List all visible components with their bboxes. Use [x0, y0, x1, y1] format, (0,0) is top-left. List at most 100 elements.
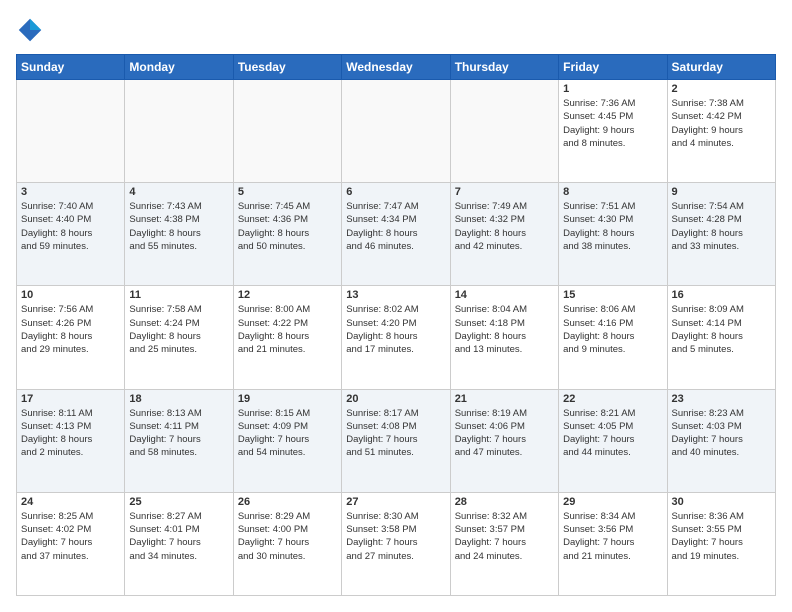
- day-info: Sunrise: 8:30 AMSunset: 3:58 PMDaylight:…: [346, 510, 445, 563]
- weekday-header-wednesday: Wednesday: [342, 55, 450, 80]
- day-number: 28: [455, 496, 554, 508]
- day-number: 29: [563, 496, 662, 508]
- day-cell: 5 Sunrise: 7:45 AMSunset: 4:36 PMDaylight…: [233, 183, 341, 286]
- day-cell: 28 Sunrise: 8:32 AMSunset: 3:57 PMDayligh…: [450, 492, 558, 595]
- day-info: Sunrise: 7:54 AMSunset: 4:28 PMDaylight:…: [672, 200, 771, 253]
- day-cell: 27 Sunrise: 8:30 AMSunset: 3:58 PMDayligh…: [342, 492, 450, 595]
- day-number: 8: [563, 186, 662, 198]
- day-number: 22: [563, 393, 662, 405]
- day-cell: [233, 80, 341, 183]
- day-info: Sunrise: 8:13 AMSunset: 4:11 PMDaylight:…: [129, 407, 228, 460]
- day-number: 11: [129, 289, 228, 301]
- day-number: 21: [455, 393, 554, 405]
- weekday-header-row: SundayMondayTuesdayWednesdayThursdayFrid…: [17, 55, 776, 80]
- day-info: Sunrise: 8:00 AMSunset: 4:22 PMDaylight:…: [238, 303, 337, 356]
- day-info: Sunrise: 8:36 AMSunset: 3:55 PMDaylight:…: [672, 510, 771, 563]
- day-cell: 25 Sunrise: 8:27 AMSunset: 4:01 PMDayligh…: [125, 492, 233, 595]
- header: [16, 16, 776, 44]
- day-number: 2: [672, 83, 771, 95]
- day-info: Sunrise: 8:25 AMSunset: 4:02 PMDaylight:…: [21, 510, 120, 563]
- day-number: 9: [672, 186, 771, 198]
- day-number: 3: [21, 186, 120, 198]
- day-cell: 2Sunrise: 7:38 AMSunset: 4:42 PMDaylight…: [667, 80, 775, 183]
- day-info: Sunrise: 8:04 AMSunset: 4:18 PMDaylight:…: [455, 303, 554, 356]
- day-info: Sunrise: 8:34 AMSunset: 3:56 PMDaylight:…: [563, 510, 662, 563]
- day-number: 19: [238, 393, 337, 405]
- day-cell: 17 Sunrise: 8:11 AMSunset: 4:13 PMDayligh…: [17, 389, 125, 492]
- day-cell: [342, 80, 450, 183]
- day-number: 18: [129, 393, 228, 405]
- day-number: 4: [129, 186, 228, 198]
- day-number: 26: [238, 496, 337, 508]
- day-cell: 9 Sunrise: 7:54 AMSunset: 4:28 PMDaylight…: [667, 183, 775, 286]
- day-number: 6: [346, 186, 445, 198]
- day-cell: [17, 80, 125, 183]
- day-info: Sunrise: 8:23 AMSunset: 4:03 PMDaylight:…: [672, 407, 771, 460]
- day-cell: 10 Sunrise: 7:56 AMSunset: 4:26 PMDayligh…: [17, 286, 125, 389]
- day-info: Sunrise: 7:51 AMSunset: 4:30 PMDaylight:…: [563, 200, 662, 253]
- logo-icon: [16, 16, 44, 44]
- day-cell: 4 Sunrise: 7:43 AMSunset: 4:38 PMDaylight…: [125, 183, 233, 286]
- day-number: 17: [21, 393, 120, 405]
- day-cell: 30 Sunrise: 8:36 AMSunset: 3:55 PMDayligh…: [667, 492, 775, 595]
- weekday-header-tuesday: Tuesday: [233, 55, 341, 80]
- day-info: Sunrise: 7:58 AMSunset: 4:24 PMDaylight:…: [129, 303, 228, 356]
- weekday-header-thursday: Thursday: [450, 55, 558, 80]
- day-info: Sunrise: 8:29 AMSunset: 4:00 PMDaylight:…: [238, 510, 337, 563]
- day-cell: 7 Sunrise: 7:49 AMSunset: 4:32 PMDaylight…: [450, 183, 558, 286]
- day-cell: 23Sunrise: 8:23 AMSunset: 4:03 PMDayligh…: [667, 389, 775, 492]
- day-info: Sunrise: 8:09 AMSunset: 4:14 PMDaylight:…: [672, 303, 771, 356]
- day-cell: 13 Sunrise: 8:02 AMSunset: 4:20 PMDayligh…: [342, 286, 450, 389]
- weekday-header-sunday: Sunday: [17, 55, 125, 80]
- day-info: Sunrise: 7:49 AMSunset: 4:32 PMDaylight:…: [455, 200, 554, 253]
- day-info: Sunrise: 8:27 AMSunset: 4:01 PMDaylight:…: [129, 510, 228, 563]
- week-row-3: 10 Sunrise: 7:56 AMSunset: 4:26 PMDayligh…: [17, 286, 776, 389]
- day-info: Sunrise: 8:06 AMSunset: 4:16 PMDaylight:…: [563, 303, 662, 356]
- day-info: Sunrise: 7:43 AMSunset: 4:38 PMDaylight:…: [129, 200, 228, 253]
- day-number: 24: [21, 496, 120, 508]
- day-cell: 24 Sunrise: 8:25 AMSunset: 4:02 PMDayligh…: [17, 492, 125, 595]
- day-cell: 21 Sunrise: 8:19 AMSunset: 4:06 PMDayligh…: [450, 389, 558, 492]
- day-cell: 1Sunrise: 7:36 AMSunset: 4:45 PMDaylight…: [559, 80, 667, 183]
- day-number: 20: [346, 393, 445, 405]
- day-number: 13: [346, 289, 445, 301]
- day-cell: 16 Sunrise: 8:09 AMSunset: 4:14 PMDayligh…: [667, 286, 775, 389]
- day-info: Sunrise: 8:17 AMSunset: 4:08 PMDaylight:…: [346, 407, 445, 460]
- week-row-5: 24 Sunrise: 8:25 AMSunset: 4:02 PMDayligh…: [17, 492, 776, 595]
- day-number: 30: [672, 496, 771, 508]
- day-info: Sunrise: 7:56 AMSunset: 4:26 PMDaylight:…: [21, 303, 120, 356]
- day-number: 5: [238, 186, 337, 198]
- week-row-2: 3Sunrise: 7:40 AMSunset: 4:40 PMDaylight…: [17, 183, 776, 286]
- day-cell: 19 Sunrise: 8:15 AMSunset: 4:09 PMDayligh…: [233, 389, 341, 492]
- day-info: Sunrise: 8:32 AMSunset: 3:57 PMDaylight:…: [455, 510, 554, 563]
- day-cell: 14 Sunrise: 8:04 AMSunset: 4:18 PMDayligh…: [450, 286, 558, 389]
- day-number: 25: [129, 496, 228, 508]
- day-cell: 29 Sunrise: 8:34 AMSunset: 3:56 PMDayligh…: [559, 492, 667, 595]
- day-number: 7: [455, 186, 554, 198]
- calendar-table: SundayMondayTuesdayWednesdayThursdayFrid…: [16, 54, 776, 596]
- day-info: Sunrise: 8:02 AMSunset: 4:20 PMDaylight:…: [346, 303, 445, 356]
- day-info: Sunrise: 8:11 AMSunset: 4:13 PMDaylight:…: [21, 407, 120, 460]
- day-number: 14: [455, 289, 554, 301]
- day-info: Sunrise: 8:15 AMSunset: 4:09 PMDaylight:…: [238, 407, 337, 460]
- day-number: 27: [346, 496, 445, 508]
- day-cell: 20 Sunrise: 8:17 AMSunset: 4:08 PMDayligh…: [342, 389, 450, 492]
- day-number: 1: [563, 83, 662, 95]
- day-cell: 18 Sunrise: 8:13 AMSunset: 4:11 PMDayligh…: [125, 389, 233, 492]
- day-info: Sunrise: 8:19 AMSunset: 4:06 PMDaylight:…: [455, 407, 554, 460]
- weekday-header-saturday: Saturday: [667, 55, 775, 80]
- day-cell: [450, 80, 558, 183]
- day-info: Sunrise: 7:45 AMSunset: 4:36 PMDaylight:…: [238, 200, 337, 253]
- logo: [16, 16, 48, 44]
- day-cell: 12 Sunrise: 8:00 AMSunset: 4:22 PMDayligh…: [233, 286, 341, 389]
- day-number: 10: [21, 289, 120, 301]
- day-cell: 6 Sunrise: 7:47 AMSunset: 4:34 PMDaylight…: [342, 183, 450, 286]
- day-number: 12: [238, 289, 337, 301]
- day-info: Sunrise: 7:47 AMSunset: 4:34 PMDaylight:…: [346, 200, 445, 253]
- day-cell: [125, 80, 233, 183]
- week-row-1: 1Sunrise: 7:36 AMSunset: 4:45 PMDaylight…: [17, 80, 776, 183]
- weekday-header-monday: Monday: [125, 55, 233, 80]
- day-cell: 22Sunrise: 8:21 AMSunset: 4:05 PMDayligh…: [559, 389, 667, 492]
- day-cell: 11 Sunrise: 7:58 AMSunset: 4:24 PMDayligh…: [125, 286, 233, 389]
- day-number: 16: [672, 289, 771, 301]
